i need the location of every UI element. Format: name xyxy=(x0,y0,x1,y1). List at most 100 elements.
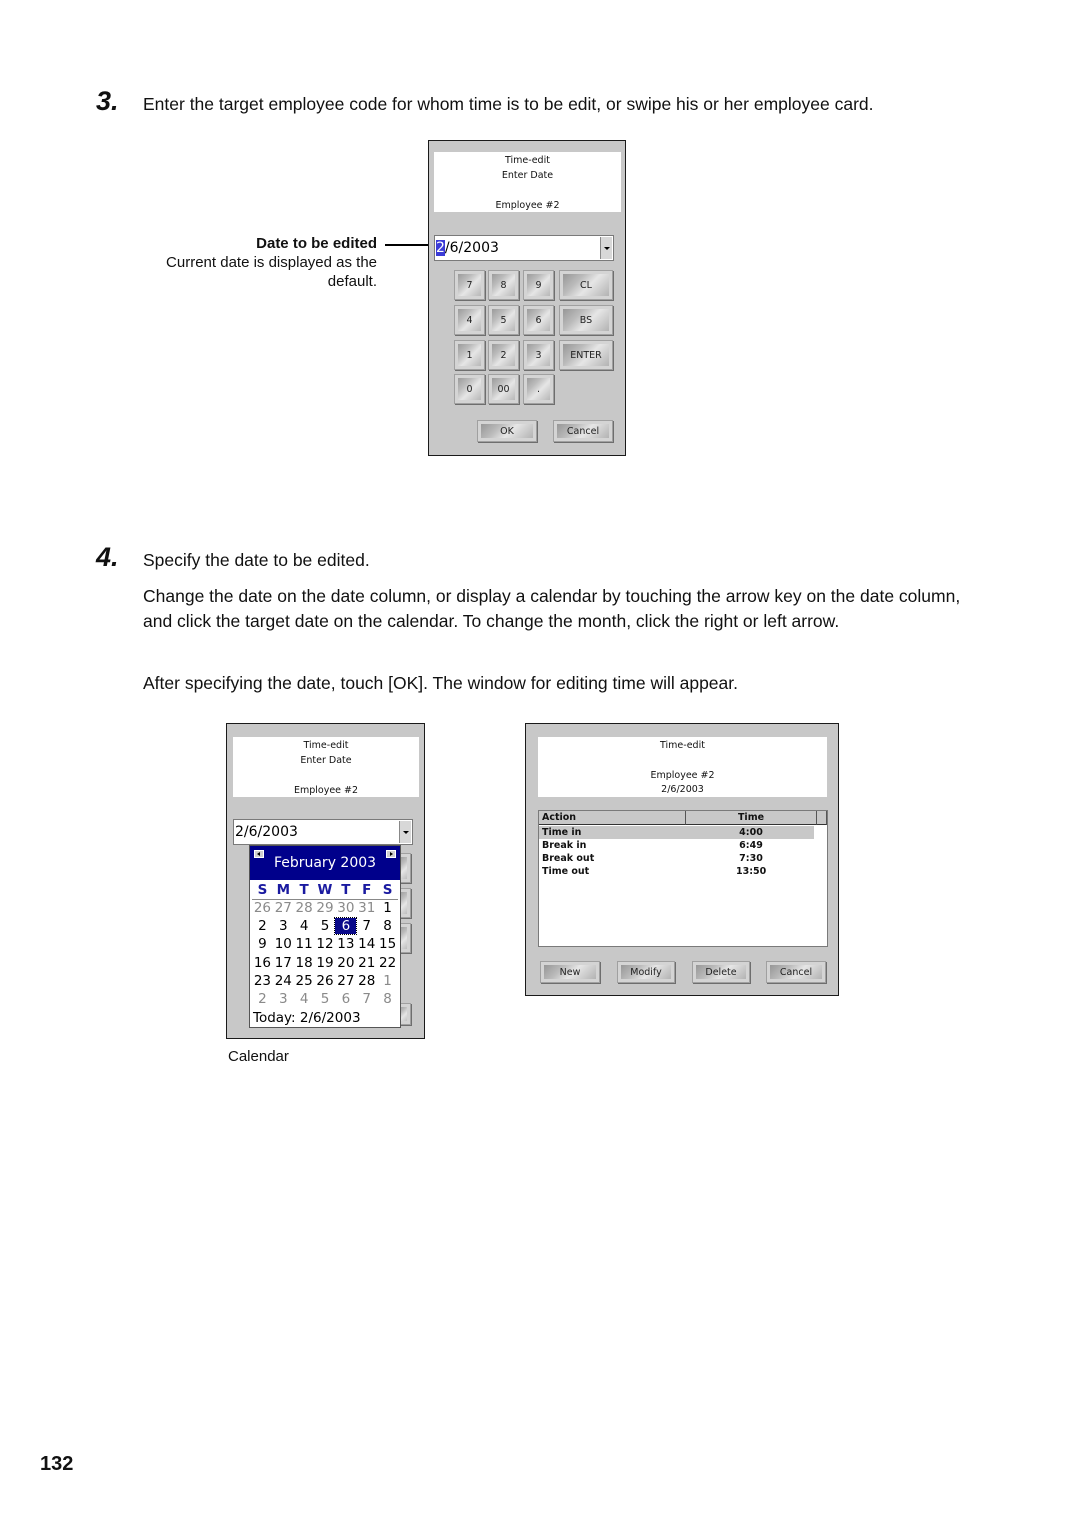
calendar-day[interactable]: 23 xyxy=(252,973,273,989)
modify-button[interactable]: Modify xyxy=(617,961,675,983)
calendar-day[interactable]: 31 xyxy=(356,900,377,916)
calendar-month-title: February 2003 xyxy=(273,855,377,871)
calendar-day[interactable]: 1 xyxy=(377,973,398,989)
calendar-week-row: 23 24 25 26 27 28 1 xyxy=(252,973,398,989)
header-employee: Employee #2 xyxy=(650,770,715,781)
calendar-day[interactable]: 27 xyxy=(335,973,356,989)
key-4[interactable]: 4 xyxy=(454,305,485,335)
calendar-day[interactable]: 3 xyxy=(273,991,294,1007)
calendar-day[interactable]: 20 xyxy=(335,955,356,971)
new-button[interactable]: New xyxy=(540,961,600,983)
dropdown-arrow-icon[interactable] xyxy=(399,821,411,843)
cell-time: 4:00 xyxy=(739,827,763,838)
calendar-day[interactable]: 2 xyxy=(252,991,273,1007)
calendar-day[interactable]: 4 xyxy=(294,991,315,1007)
window-header: Time-edit Enter Date Employee #2 xyxy=(434,152,621,212)
next-month-arrow-icon[interactable] xyxy=(386,850,396,858)
date-field-selection: 2 xyxy=(436,240,445,256)
calendar-week-row: 9 10 11 12 13 14 15 xyxy=(252,936,398,952)
key-3[interactable]: 3 xyxy=(523,340,554,370)
calendar-day[interactable]: 11 xyxy=(294,936,315,952)
date-callout: Date to be edited Current date is displa… xyxy=(166,234,377,291)
calendar-day[interactable]: 1 xyxy=(377,900,398,916)
calendar-day[interactable]: 12 xyxy=(315,936,336,952)
calendar-day[interactable]: 7 xyxy=(356,991,377,1007)
calendar-day[interactable]: 28 xyxy=(294,900,315,916)
dropdown-arrow-icon[interactable] xyxy=(600,237,612,259)
weekday-header: SMTWTFS xyxy=(252,882,398,900)
date-field[interactable]: 2/6/2003 xyxy=(233,819,413,845)
calendar-day[interactable]: 16 xyxy=(252,955,273,971)
key-9[interactable]: 9 xyxy=(523,270,554,300)
header-employee: Employee #2 xyxy=(293,785,359,796)
calendar-day[interactable]: 5 xyxy=(315,991,336,1007)
calendar-day[interactable]: 27 xyxy=(273,900,294,916)
ok-button[interactable]: OK xyxy=(477,420,537,442)
weekday-label: T xyxy=(341,882,351,898)
calendar-day[interactable]: 14 xyxy=(356,936,377,952)
calendar-day[interactable]: 6 xyxy=(335,991,356,1007)
delete-button[interactable]: Delete xyxy=(692,961,750,983)
table-row[interactable]: Break out 7:30 xyxy=(539,852,827,865)
weekday-label: T xyxy=(299,882,309,898)
key-2[interactable]: 2 xyxy=(488,340,519,370)
key-7[interactable]: 7 xyxy=(454,270,485,300)
calendar-day[interactable]: 7 xyxy=(356,918,377,934)
calendar-day-selected[interactable]: 6 xyxy=(334,917,358,936)
column-header-time[interactable]: Time xyxy=(686,811,817,825)
calendar-day[interactable]: 15 xyxy=(377,936,398,952)
enter-date-window: Time-edit Enter Date Employee #2 2/6/200… xyxy=(428,140,626,456)
header-subtitle: Enter Date xyxy=(300,755,352,766)
calendar-day[interactable]: 13 xyxy=(335,936,356,952)
callout-leader-line xyxy=(385,244,434,246)
calendar-day[interactable]: 19 xyxy=(315,955,336,971)
prev-month-arrow-icon[interactable] xyxy=(254,850,264,858)
weekday-label: S xyxy=(257,882,268,898)
cancel-button[interactable]: Cancel xyxy=(766,961,826,983)
calendar-today-link[interactable]: Today: 2/6/2003 xyxy=(253,1010,361,1026)
calendar-day[interactable]: 25 xyxy=(294,973,315,989)
table-row[interactable]: Time in 4:00 xyxy=(539,826,814,839)
calendar-day[interactable]: 30 xyxy=(335,900,356,916)
calendar-day[interactable]: 17 xyxy=(273,955,294,971)
calendar-day[interactable]: 2 xyxy=(252,918,273,934)
date-field[interactable]: 2/6/2003 xyxy=(434,235,614,261)
step-4-paragraph-1: Change the date on the date column, or d… xyxy=(143,586,961,631)
calendar-day[interactable]: 8 xyxy=(377,991,398,1007)
calendar-day[interactable]: 29 xyxy=(315,900,336,916)
cancel-button[interactable]: Cancel xyxy=(553,420,613,442)
key-8[interactable]: 8 xyxy=(488,270,519,300)
calendar-day[interactable]: 26 xyxy=(315,973,336,989)
calendar-day[interactable]: 4 xyxy=(294,918,315,934)
calendar-day[interactable]: 10 xyxy=(273,936,294,952)
calendar-day[interactable]: 9 xyxy=(252,936,273,952)
key-enter[interactable]: ENTER xyxy=(559,340,613,370)
calendar-day[interactable]: 21 xyxy=(356,955,377,971)
key-clear[interactable]: CL xyxy=(559,270,613,300)
key-6[interactable]: 6 xyxy=(523,305,554,335)
step-3-text: Enter the target employee code for whom … xyxy=(143,94,874,114)
calendar-day[interactable]: 18 xyxy=(294,955,315,971)
calendar-day[interactable]: 5 xyxy=(315,918,336,934)
calendar-day[interactable]: 24 xyxy=(273,973,294,989)
key-1[interactable]: 1 xyxy=(454,340,485,370)
calendar-week-row: 26 27 28 29 30 31 1 xyxy=(252,900,398,916)
table-row[interactable]: Break in 6:49 xyxy=(539,839,827,852)
key-backspace[interactable]: BS xyxy=(559,305,613,335)
key-decimal[interactable]: . xyxy=(523,374,554,404)
step-4-paragraph-2: After specifying the date, touch [OK]. T… xyxy=(143,673,738,693)
calendar-day[interactable]: 22 xyxy=(377,955,398,971)
key-0[interactable]: 0 xyxy=(454,374,485,404)
calendar-day[interactable]: 3 xyxy=(273,918,294,934)
cell-time: 7:30 xyxy=(739,853,763,864)
table-row[interactable]: Time out 13:50 xyxy=(539,865,827,878)
column-header-action[interactable]: Action xyxy=(539,811,686,825)
key-5[interactable]: 5 xyxy=(488,305,519,335)
calendar-day[interactable]: 28 xyxy=(356,973,377,989)
calendar-window: Time-edit Enter Date Employee #2 2/6/200… xyxy=(226,723,425,1039)
cell-time: 6:49 xyxy=(739,840,763,851)
time-records-table: Action Time Time in 4:00 Break in 6:49 Break… xyxy=(538,810,828,947)
calendar-day[interactable]: 26 xyxy=(252,900,273,916)
calendar-day[interactable]: 8 xyxy=(377,918,398,934)
key-00[interactable]: 00 xyxy=(488,374,519,404)
